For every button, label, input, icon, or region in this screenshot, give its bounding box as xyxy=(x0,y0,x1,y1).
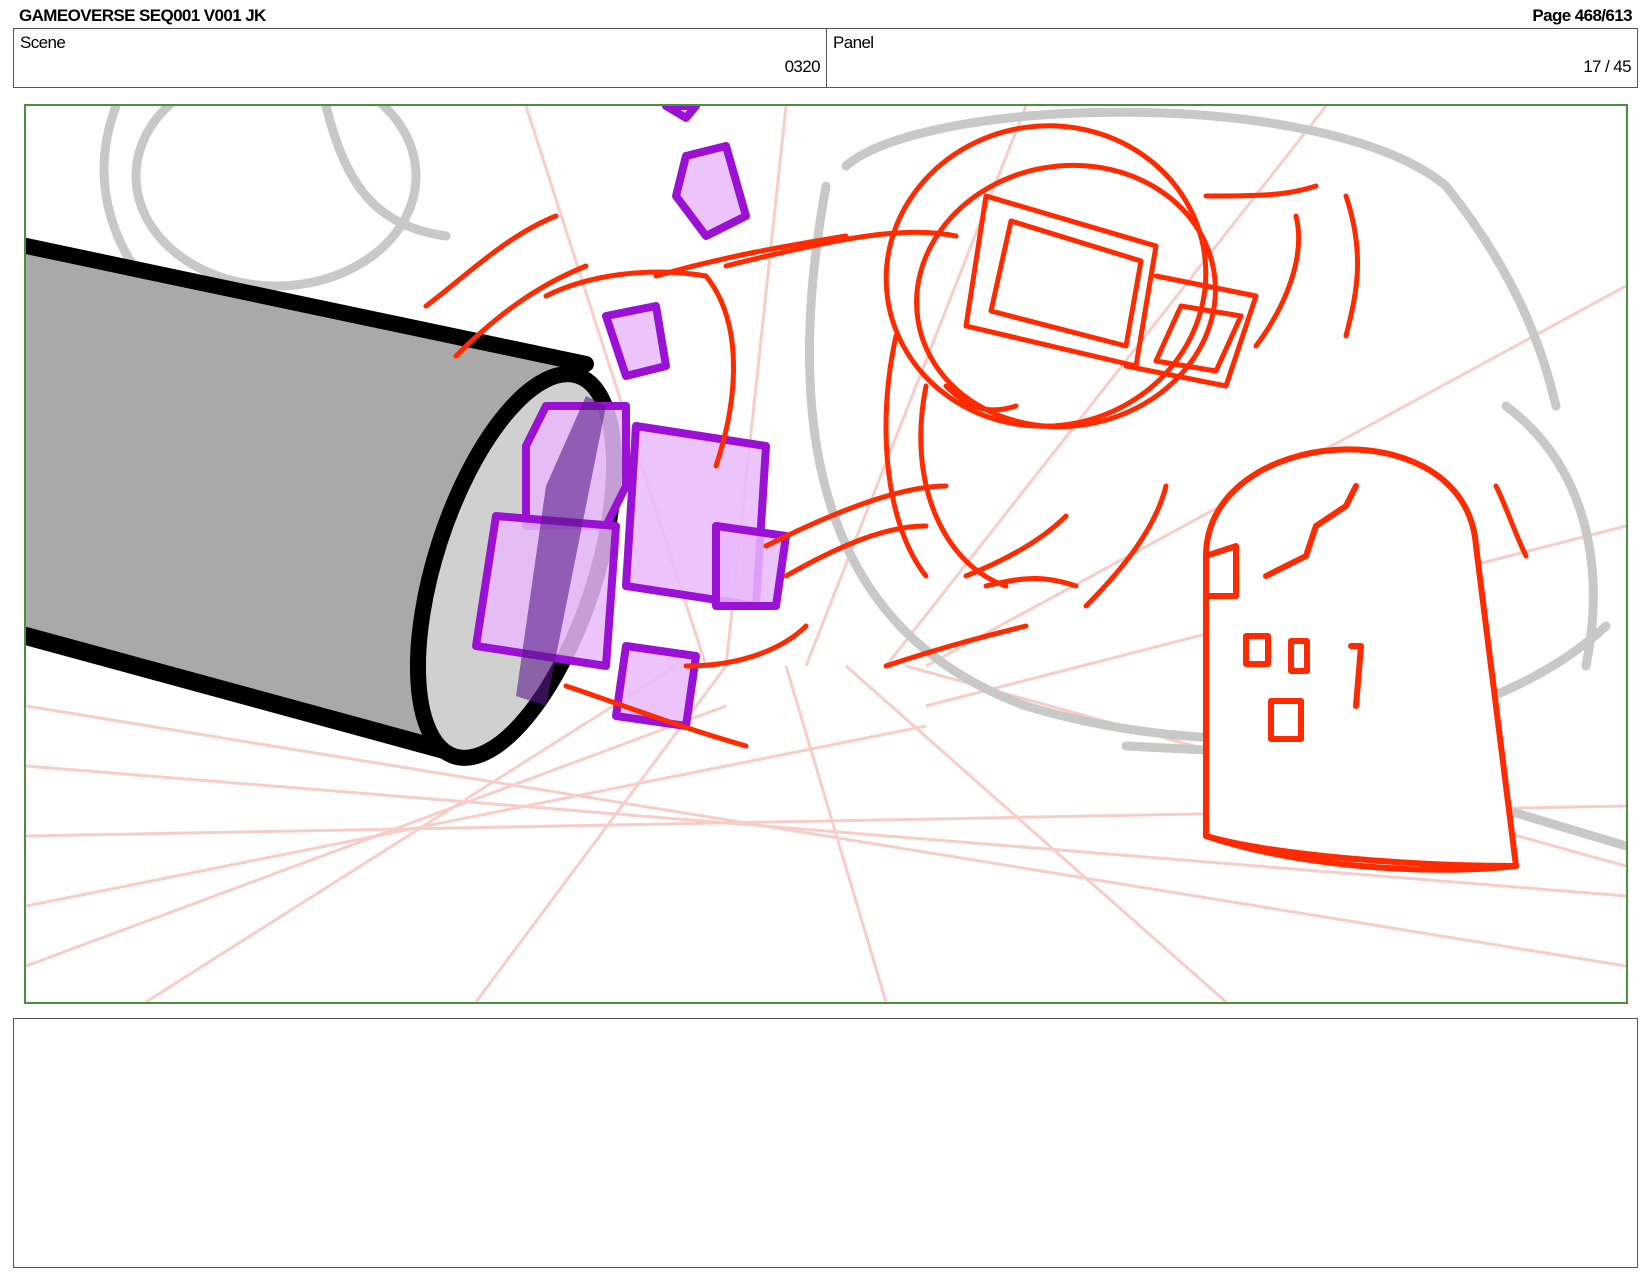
panel-cell: Panel 17 / 45 xyxy=(827,29,1637,87)
panel-number: 17 / 45 xyxy=(1583,57,1631,76)
document-title: GAMEOVERSE SEQ001 V001 JK xyxy=(19,6,266,25)
panel-label: Panel xyxy=(833,33,874,52)
storyboard-sketch xyxy=(26,106,1626,1002)
scene-panel-info: Scene 0320 Panel 17 / 45 xyxy=(13,28,1638,88)
action-notes-box[interactable] xyxy=(13,1018,1638,1268)
page-number: Page 468/613 xyxy=(1532,6,1632,25)
storyboard-frame xyxy=(24,104,1628,1004)
scene-label: Scene xyxy=(20,33,66,52)
dome-structure xyxy=(1203,446,1519,873)
scene-cell: Scene 0320 xyxy=(14,29,827,87)
scene-number: 0320 xyxy=(784,57,821,76)
